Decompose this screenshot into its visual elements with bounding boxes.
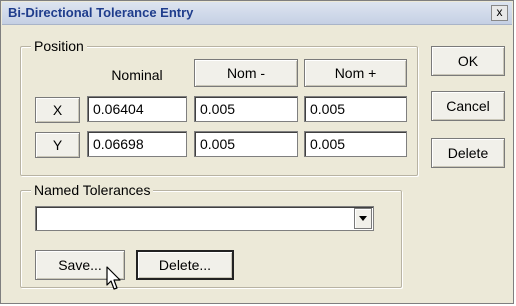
cancel-button[interactable]: Cancel — [431, 91, 505, 121]
y-nom-plus-field[interactable]: 0.005 — [304, 131, 407, 157]
ok-label: OK — [457, 53, 479, 69]
save-label: Save... — [58, 257, 102, 273]
named-delete-label: Delete... — [158, 257, 212, 273]
axis-x-label: X — [52, 102, 63, 118]
close-button[interactable]: x — [491, 5, 508, 21]
dropdown-arrow-button[interactable] — [354, 208, 372, 229]
header-nominal: Nominal — [111, 67, 163, 83]
position-group-label: Position — [31, 38, 87, 54]
nom-plus-button[interactable]: Nom + — [304, 59, 407, 87]
tolerance-dialog: Bi-Directional Tolerance Entry x Positio… — [0, 0, 514, 304]
axis-x-button[interactable]: X — [35, 97, 80, 123]
x-nom-plus-field[interactable]: 0.005 — [304, 96, 407, 122]
delete-label: Delete — [447, 145, 489, 161]
nom-plus-label: Nom + — [334, 65, 377, 81]
mouse-pointer-icon — [106, 266, 121, 290]
close-icon: x — [496, 5, 503, 19]
named-tolerance-select[interactable] — [35, 206, 374, 231]
nom-minus-label: Nom - — [226, 65, 266, 81]
delete-button[interactable]: Delete — [431, 138, 505, 168]
named-tolerances-group-label: Named Tolerances — [31, 182, 154, 198]
cancel-label: Cancel — [446, 98, 490, 114]
title-bar: Bi-Directional Tolerance Entry x — [2, 2, 512, 25]
ok-button[interactable]: OK — [431, 46, 505, 76]
x-nominal-field[interactable]: 0.06404 — [87, 96, 187, 122]
named-delete-button[interactable]: Delete... — [136, 250, 234, 280]
window-title: Bi-Directional Tolerance Entry — [8, 5, 194, 20]
y-nominal-field[interactable]: 0.06698 — [87, 131, 187, 157]
x-nom-minus-field[interactable]: 0.005 — [194, 96, 298, 122]
nom-minus-button[interactable]: Nom - — [194, 59, 298, 87]
axis-y-button[interactable]: Y — [35, 132, 80, 158]
y-nom-minus-field[interactable]: 0.005 — [194, 131, 298, 157]
chevron-down-icon — [359, 216, 367, 221]
axis-y-label: Y — [52, 137, 63, 153]
